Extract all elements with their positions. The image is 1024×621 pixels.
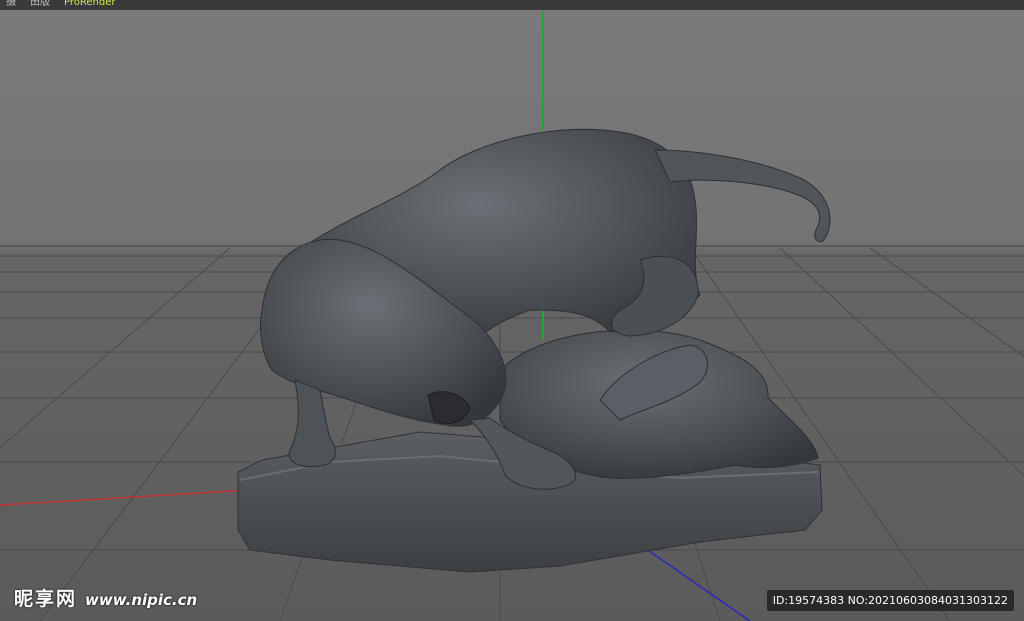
image-id-label: ID:19574383 NO:20210603084031303122: [766, 590, 1014, 611]
watermark-logo: 昵享网: [14, 588, 78, 610]
watermark: 昵享网 www.nipic.cn: [14, 584, 197, 611]
viewport-canvas[interactable]: [0, 10, 1024, 621]
menu-bar: 摄 田版 ProRender: [0, 0, 1024, 10]
x-axis-line: [0, 489, 251, 506]
3d-viewport[interactable]: 昵享网 www.nipic.cn ID:19574383 NO:20210603…: [0, 10, 1024, 621]
menu-item-1[interactable]: 摄: [6, 0, 16, 8]
menu-item-2[interactable]: 田版: [30, 0, 50, 8]
menu-item-prorender[interactable]: ProRender: [64, 0, 115, 8]
watermark-site: www.nipic.cn: [85, 591, 198, 609]
panther-sculpture-model: [237, 128, 831, 573]
